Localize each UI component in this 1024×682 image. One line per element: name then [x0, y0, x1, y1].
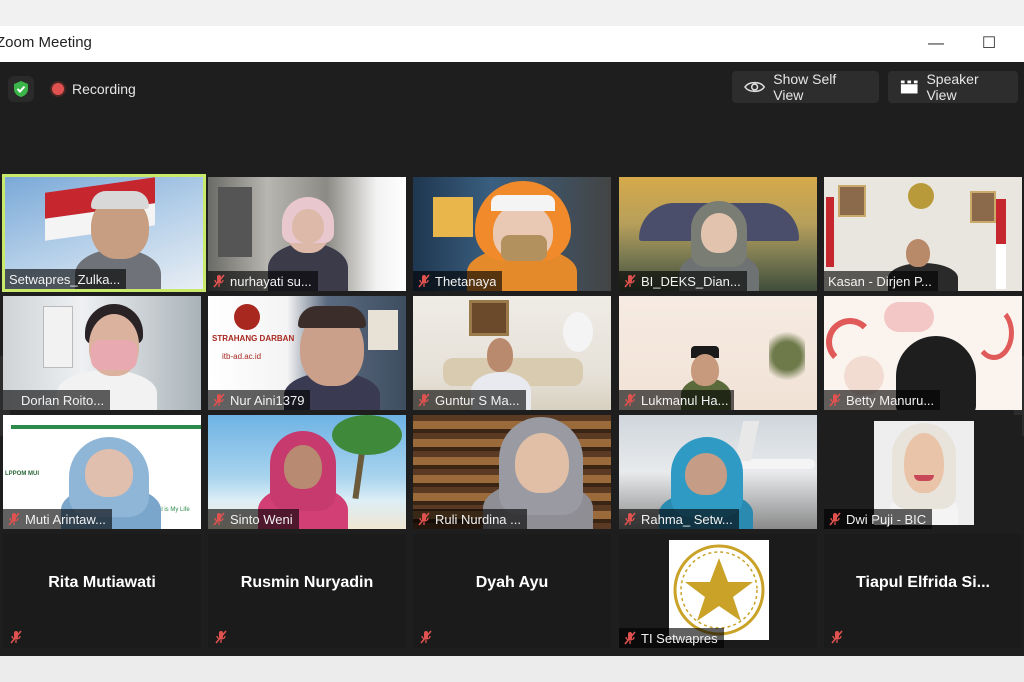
participant-name: Kasan - Dirjen P...: [828, 273, 932, 289]
participant-tile[interactable]: Tiapul Elfrida Si...: [824, 534, 1022, 648]
participant-name-bar: Muti Arintaw...: [3, 509, 112, 529]
emblem-logo: [669, 540, 769, 640]
participant-name: Ruli Nurdina ...: [435, 511, 521, 527]
participant-name-bar: Rahma_ Setw...: [619, 509, 739, 529]
participant-name: TI Setwapres: [641, 630, 718, 646]
mic-muted-icon: [215, 630, 227, 644]
screen-bottom-margin: [0, 656, 1024, 682]
participant-tile[interactable]: Kasan - Dirjen P...: [824, 177, 1022, 291]
participant-tile[interactable]: Ruli Nurdina ...: [413, 415, 611, 529]
participant-tile[interactable]: Setwapres_Zulka...: [2, 174, 206, 292]
eye-icon: [744, 81, 766, 93]
participant-name: nurhayati su...: [230, 273, 312, 289]
speaker-view-label: Speaker View: [926, 71, 979, 103]
nur-aini-sign-text: STRAHANG DARBAN: [212, 334, 295, 343]
participant-name: Lukmanul Ha...: [641, 392, 729, 408]
show-self-view-button[interactable]: Show Self View: [732, 71, 879, 103]
participant-name: Nur Aini1379: [230, 392, 305, 408]
security-shield-icon[interactable]: [8, 76, 34, 102]
mic-muted-icon: [829, 393, 841, 407]
participant-name-bar: Sinto Weni: [208, 509, 299, 529]
participant-name: Thetanaya: [435, 273, 497, 289]
speaker-view-button[interactable]: Speaker View: [888, 71, 1018, 103]
speaker-view-icon: [900, 80, 918, 94]
participant-name: Rita Mutiawati: [48, 574, 156, 591]
mic-muted-icon: [420, 630, 432, 644]
participant-name: Rahma_ Setw...: [641, 511, 733, 527]
participant-tile[interactable]: Dorlan Roito...: [3, 296, 201, 410]
participant-name-bar: Betty Manuru...: [824, 390, 941, 410]
mic-muted-icon: [418, 274, 430, 288]
participant-name-bar: Dorlan Roito...: [3, 390, 111, 410]
participant-name: Muti Arintaw...: [25, 511, 106, 527]
participant-tile[interactable]: Sinto Weni: [208, 415, 406, 529]
participant-name: Setwapres_Zulka...: [9, 271, 121, 287]
window-title: Zoom Meeting: [0, 34, 92, 51]
participant-name-bar: Dwi Puji - BIC: [824, 509, 933, 529]
mic-muted-icon: [418, 512, 430, 526]
participant-tile[interactable]: Dwi Puji - BIC: [824, 415, 1022, 529]
meeting-window: Recording Show Self View Speaker View Se…: [0, 62, 1024, 656]
participant-tile[interactable]: Betty Manuru...: [824, 296, 1022, 410]
mic-muted-icon: [624, 274, 636, 288]
participant-tile[interactable]: LPPOM MUI Halal is My Life Muti Arintaw.…: [3, 415, 201, 529]
screen-top-margin: [0, 0, 1024, 26]
participant-tile[interactable]: Lukmanul Ha...: [619, 296, 817, 410]
muti-logo-text: LPPOM MUI: [5, 471, 39, 477]
mic-muted-icon: [213, 512, 225, 526]
participant-tile[interactable]: STRAHANG DARBAN itb-ad.ac.id Nur Aini137…: [208, 296, 406, 410]
participant-name: Tiapul Elfrida Si...: [856, 574, 990, 591]
minimize-button[interactable]: —: [924, 32, 948, 56]
participant-tile[interactable]: nurhayati su...: [208, 177, 406, 291]
mic-muted-icon: [831, 630, 843, 644]
participant-name-bar: Lukmanul Ha...: [619, 390, 735, 410]
mic-muted-icon: [829, 512, 841, 526]
mic-muted-icon: [213, 393, 225, 407]
participant-name-bar: Thetanaya: [413, 271, 503, 291]
mic-muted-icon: [213, 274, 225, 288]
mic-muted-icon: [418, 393, 430, 407]
participant-tile[interactable]: Rita Mutiawati: [3, 534, 201, 648]
participant-tile[interactable]: Rusmin Nuryadin: [208, 534, 406, 648]
participant-tile[interactable]: Guntur S Ma...: [413, 296, 611, 410]
participant-name: Guntur S Ma...: [435, 392, 520, 408]
mic-muted-icon: [624, 631, 636, 645]
mic-muted-icon: [10, 630, 22, 644]
participant-name: BI_DEKS_Dian...: [641, 273, 741, 289]
participant-tile[interactable]: TI Setwapres: [619, 534, 817, 648]
show-self-view-label: Show Self View: [773, 71, 837, 103]
mic-muted-icon: [8, 512, 20, 526]
participant-name-bar: Guntur S Ma...: [413, 390, 526, 410]
participant-name-bar: BI_DEKS_Dian...: [619, 271, 747, 291]
nur-aini-url-text: itb-ad.ac.id: [222, 352, 262, 361]
participant-name: Sinto Weni: [230, 511, 293, 527]
participant-name-bar: Nur Aini1379: [208, 390, 311, 410]
participant-tile[interactable]: BI_DEKS_Dian...: [619, 177, 817, 291]
participant-name-bar: nurhayati su...: [208, 271, 318, 291]
recording-dot-icon: [52, 83, 64, 95]
participant-name: Dyah Ayu: [475, 574, 549, 591]
participant-name-bar: Setwapres_Zulka...: [5, 269, 127, 289]
participant-tile[interactable]: Thetanaya: [413, 177, 611, 291]
participant-name-bar: Kasan - Dirjen P...: [824, 271, 938, 291]
participant-tile[interactable]: Rahma_ Setw...: [619, 415, 817, 529]
participant-name: Rusmin Nuryadin: [240, 574, 374, 591]
participant-name: Dorlan Roito...: [21, 392, 105, 408]
recording-indicator[interactable]: Recording: [52, 76, 136, 102]
recording-label: Recording: [72, 81, 136, 97]
participant-name: Betty Manuru...: [846, 392, 935, 408]
participant-name-bar: Ruli Nurdina ...: [413, 509, 527, 529]
star-emblem-icon: [673, 544, 765, 636]
participant-name: Dwi Puji - BIC: [846, 511, 927, 527]
title-bar: Zoom Meeting — ☐: [0, 26, 1024, 62]
mic-muted-icon: [624, 393, 636, 407]
mic-muted-icon: [624, 512, 636, 526]
participant-name-bar: TI Setwapres: [619, 628, 724, 648]
maximize-button[interactable]: ☐: [977, 32, 1001, 56]
participant-tile[interactable]: Dyah Ayu: [413, 534, 611, 648]
